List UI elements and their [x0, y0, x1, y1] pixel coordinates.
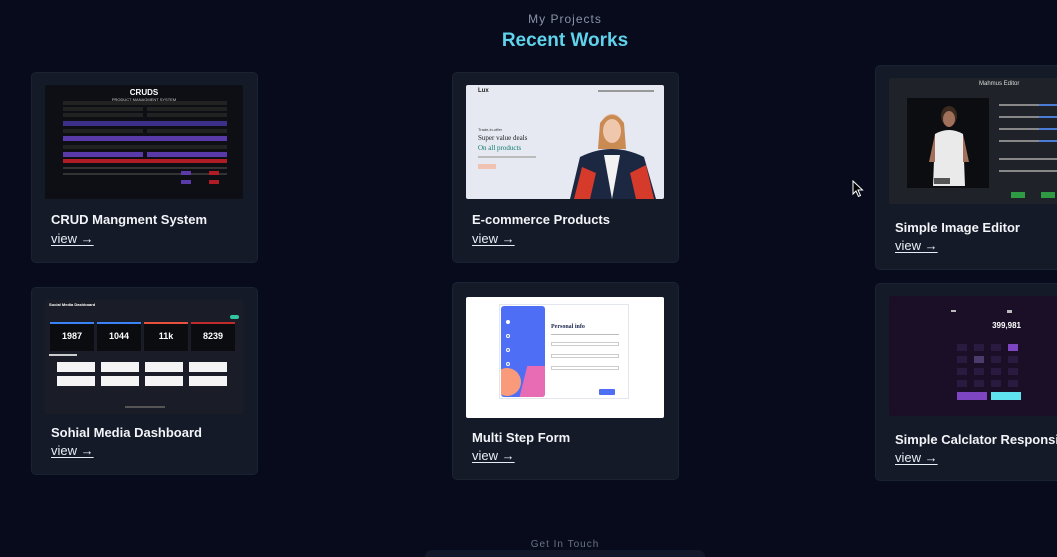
project-title: Simple Calclator Responsive: [895, 432, 1057, 447]
project-thumbnail-image-editor: Mahmus Editor: [889, 78, 1057, 204]
project-title: Multi Step Form: [472, 430, 571, 445]
contact-bar: [425, 550, 705, 557]
projects-eyebrow: My Projects: [528, 12, 602, 26]
view-link[interactable]: view →: [51, 443, 94, 458]
project-thumbnail-crud: CRUDS PRODUCT MANAGMENT SYSTEM: [45, 85, 243, 199]
thumb-ecommerce-line2: Super value deals: [478, 134, 528, 142]
project-card-dashboard: Social Media Dashboard 1987 1044 11k 823…: [32, 288, 257, 474]
project-title: CRUD Mangment System: [51, 212, 208, 227]
calc-display: 399,981: [992, 321, 1021, 330]
stat-value: 1987: [61, 331, 83, 341]
get-in-touch-label: Get In Touch: [530, 539, 600, 550]
project-card-ecommerce: Lux Trade-in-offer Super value deals On …: [453, 73, 678, 262]
project-title: Simple Image Editor: [895, 220, 1020, 235]
person-photo-icon: [929, 106, 969, 186]
stat-box: 1044: [97, 322, 141, 351]
stat-value: 1044: [108, 331, 130, 341]
project-card-image-editor: Mahmus Editor Simple Image Editor view →: [876, 66, 1057, 269]
project-title: E-commerce Products: [472, 212, 610, 227]
project-thumbnail-calculator: 399,981: [889, 296, 1057, 416]
stat-box: 8239: [191, 322, 235, 351]
project-card-crud: CRUDS PRODUCT MANAGMENT SYSTEM CRUD Mang…: [32, 73, 257, 262]
thumb-ecommerce-line3: On all products: [478, 144, 522, 152]
thumb-ecommerce-line1: Trade-in-offer: [478, 127, 503, 132]
thumb-form-title: Personal info: [551, 324, 585, 330]
stat-value: 8239: [202, 331, 224, 341]
stat-box: 11k: [144, 322, 188, 351]
thumb-dashboard-title: Social Media Dashboard: [49, 302, 96, 307]
view-link[interactable]: view →: [895, 238, 938, 253]
thumb-ecommerce-logo: Lux: [478, 88, 489, 94]
model-photo-icon: [570, 114, 656, 199]
thumb-crud-title: CRUDS: [129, 88, 159, 97]
thumb-editor-title: Mahmus Editor: [979, 81, 1020, 87]
project-thumbnail-multistep: Personal info: [466, 297, 664, 418]
view-link[interactable]: view →: [51, 231, 94, 246]
view-link[interactable]: view →: [895, 450, 938, 465]
view-link[interactable]: view →: [472, 448, 515, 463]
project-card-multistep: Personal info Multi Step Form view →: [453, 283, 678, 479]
project-title: Sohial Media Dashboard: [51, 425, 202, 440]
project-thumbnail-dashboard: Social Media Dashboard 1987 1044 11k 823…: [45, 300, 243, 414]
view-link[interactable]: view →: [472, 231, 515, 246]
section-title: Recent Works: [501, 30, 629, 51]
project-thumbnail-ecommerce: Lux Trade-in-offer Super value deals On …: [466, 85, 664, 199]
project-card-calculator: 399,981 Simple Calclator Responsive view…: [876, 284, 1057, 480]
stat-box: 1987: [50, 322, 94, 351]
mouse-cursor-icon: [852, 180, 864, 198]
stat-value: 11k: [158, 331, 174, 341]
